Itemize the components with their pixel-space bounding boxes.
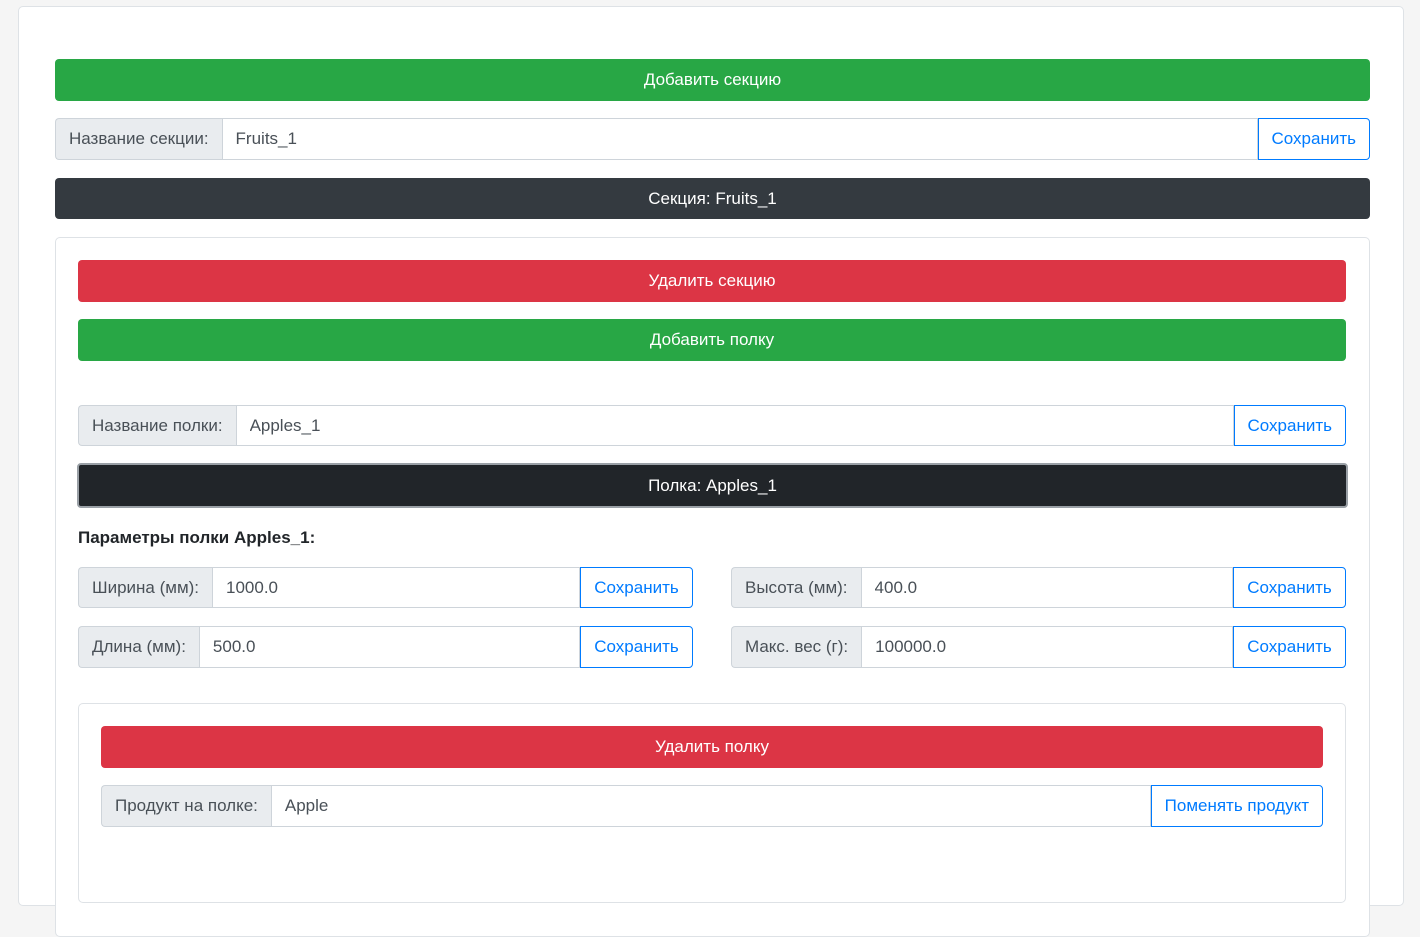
add-shelf-button[interactable]: Добавить полку	[78, 319, 1346, 361]
length-label: Длина (мм):	[78, 626, 199, 668]
product-input[interactable]	[270, 785, 1151, 827]
width-label: Ширина (мм):	[78, 567, 213, 608]
section-name-group: Название секции: Сохранить	[55, 118, 1370, 160]
shelf-name-label: Название полки:	[78, 405, 236, 446]
add-section-button[interactable]: Добавить секцию	[55, 59, 1370, 101]
change-product-button[interactable]: Поменять продукт	[1150, 785, 1323, 827]
height-input[interactable]	[860, 567, 1233, 608]
width-save-button[interactable]: Сохранить	[580, 567, 693, 608]
shelf-params-heading: Параметры полки Apples_1:	[78, 528, 316, 547]
max-weight-save-button[interactable]: Сохранить	[1233, 626, 1346, 668]
delete-section-button[interactable]: Удалить секцию	[78, 260, 1346, 302]
length-save-button[interactable]: Сохранить	[580, 626, 693, 668]
height-save-button[interactable]: Сохранить	[1233, 567, 1346, 608]
delete-shelf-button[interactable]: Удалить полку	[101, 726, 1323, 768]
height-group: Высота (мм): Сохранить	[731, 567, 1346, 608]
product-label: Продукт на полке:	[101, 785, 271, 827]
section-name-label: Название секции:	[55, 118, 222, 160]
section-toggle-button[interactable]: Секция: Fruits_1	[55, 178, 1370, 219]
length-group: Длина (мм): Сохранить	[78, 626, 693, 668]
section-name-input[interactable]	[221, 118, 1258, 160]
shelf-name-group: Название полки: Сохранить	[78, 405, 1346, 446]
width-input[interactable]	[212, 567, 580, 608]
max-weight-group: Макс. вес (г): Сохранить	[731, 626, 1346, 668]
height-label: Высота (мм):	[731, 567, 861, 608]
max-weight-label: Макс. вес (г):	[731, 626, 862, 668]
shelf-name-input[interactable]	[235, 405, 1234, 446]
shelf-toggle-button[interactable]: Полка: Apples_1	[77, 463, 1348, 508]
max-weight-input[interactable]	[861, 626, 1233, 668]
length-input[interactable]	[198, 626, 580, 668]
product-group: Продукт на полке: Поменять продукт	[101, 785, 1323, 827]
shelf-name-save-button[interactable]: Сохранить	[1233, 405, 1346, 446]
section-name-save-button[interactable]: Сохранить	[1257, 118, 1370, 160]
width-group: Ширина (мм): Сохранить	[78, 567, 693, 608]
